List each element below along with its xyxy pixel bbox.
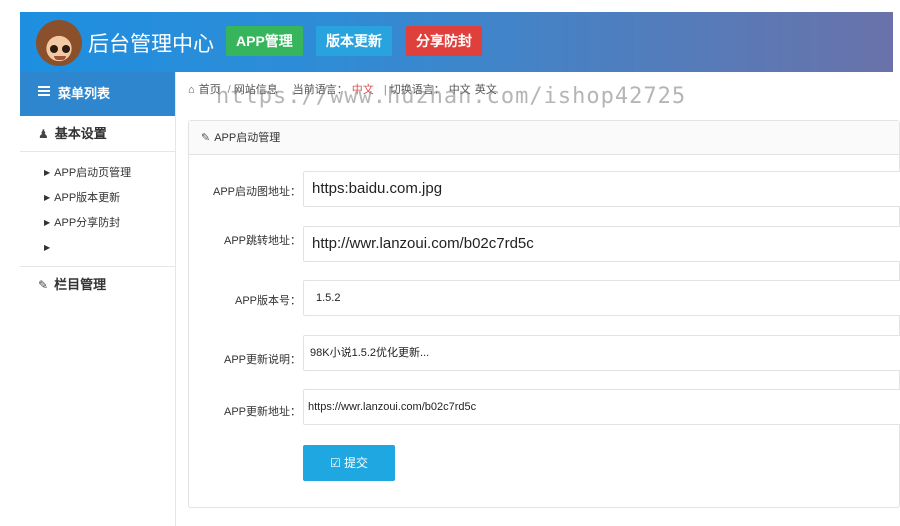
top-header: 后台管理中心 APP管理 版本更新 分享防封 <box>20 12 893 72</box>
caret-right-icon: ▶ <box>44 168 51 177</box>
list-icon <box>38 84 50 98</box>
update-url-input[interactable]: https://wwr.lanzoui.com/b02c7rd5c <box>303 389 900 425</box>
sidebar-menu-header: 菜单列表 <box>20 72 175 116</box>
caret-right-icon: ▶ <box>44 243 51 252</box>
update-notes-label: APP更新说明： <box>223 354 301 366</box>
sidebar-item-app-share[interactable]: ▶ APP分享防封 <box>20 210 175 235</box>
app-launch-panel: ✎ APP启动管理 APP启动图地址： https:baidu.com.jpg A… <box>188 120 900 508</box>
watermark-text: https://www.huzhan.com/ishop42725 <box>216 84 687 109</box>
update-notes-input[interactable]: 98K小说1.5.2优化更新... <box>303 335 900 371</box>
sidebar-item-label: APP分享防封 <box>54 217 121 229</box>
sidebar-section-label: 栏目管理 <box>54 277 107 292</box>
share-protect-button[interactable]: 分享防封 <box>406 26 482 56</box>
sidebar-section-column-manage[interactable]: ✎ 栏目管理 <box>20 267 175 303</box>
jump-url-input[interactable]: http://wwr.lanzoui.com/b02c7rd5c <box>303 226 900 262</box>
submit-button[interactable]: ☑ 提交 <box>303 445 395 481</box>
caret-right-icon: ▶ <box>44 218 51 227</box>
user-icon: ♟ <box>38 127 49 141</box>
panel-title: APP启动管理 <box>214 132 281 144</box>
sidebar-item-empty[interactable]: ▶ <box>20 235 175 260</box>
sidebar-section-label: 基本设置 <box>54 126 107 141</box>
sidebar-item-app-launch[interactable]: ▶ APP启动页管理 <box>20 160 175 185</box>
caret-right-icon: ▶ <box>44 193 51 202</box>
sidebar: 菜单列表 ♟ 基本设置 ▶ APP启动页管理 ▶ APP版本更新 ▶ APP分享防封 ▶… <box>20 72 176 526</box>
version-input[interactable]: 1.5.2 <box>303 280 900 316</box>
sidebar-menu-title: 菜单列表 <box>58 86 111 101</box>
launch-image-label: APP启动图地址： <box>212 186 301 198</box>
sidebar-item-label: APP启动页管理 <box>54 167 132 179</box>
edit-icon: ✎ <box>38 278 49 292</box>
sidebar-item-app-version[interactable]: ▶ APP版本更新 <box>20 185 175 210</box>
version-update-button[interactable]: 版本更新 <box>316 26 392 56</box>
app-manage-button[interactable]: APP管理 <box>226 26 303 56</box>
jump-url-label: APP跳转地址： <box>223 235 301 247</box>
check-square-icon: ☑ <box>329 456 341 470</box>
app-title: 后台管理中心 <box>88 33 214 56</box>
home-icon: ⌂ <box>188 84 195 96</box>
sidebar-section-basic-settings[interactable]: ♟ 基本设置 <box>20 116 175 152</box>
sidebar-item-label: APP版本更新 <box>54 192 121 204</box>
edit-icon: ✎ <box>201 132 211 144</box>
update-url-label: APP更新地址： <box>223 406 301 418</box>
panel-header: ✎ APP启动管理 <box>189 121 899 155</box>
sidebar-sublist: ▶ APP启动页管理 ▶ APP版本更新 ▶ APP分享防封 ▶ <box>20 152 175 267</box>
submit-label: 提交 <box>344 456 369 470</box>
avatar <box>36 20 82 66</box>
launch-image-input[interactable]: https:baidu.com.jpg <box>303 171 900 207</box>
version-label: APP版本号： <box>234 295 301 307</box>
